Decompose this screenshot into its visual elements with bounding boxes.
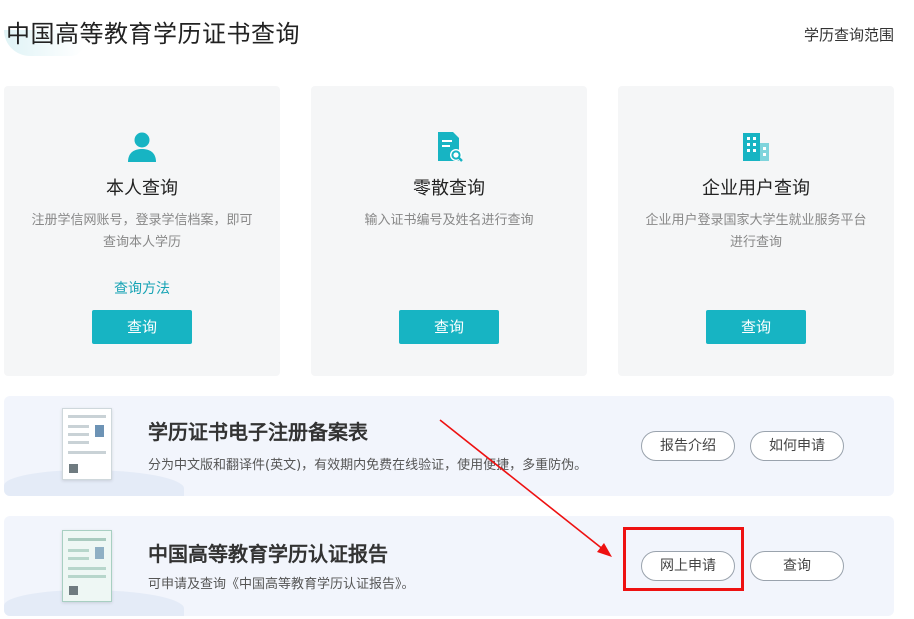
personal-query-button[interactable]: 查询 xyxy=(92,310,192,344)
page-header: 中国高等教育学历证书查询 学历查询范围 xyxy=(0,0,914,70)
enterprise-query-button[interactable]: 查询 xyxy=(706,310,806,344)
report-query-button[interactable]: 查询 xyxy=(750,551,844,581)
registration-form-thumbnail xyxy=(62,408,112,480)
certification-report-thumbnail xyxy=(62,530,112,602)
card-personal-query: 本人查询 注册学信网账号，登录学信档案，即可查询本人学历 查询方法 查询 xyxy=(4,86,280,376)
card-enterprise-query: 企业用户查询 企业用户登录国家大学生就业服务平台进行查询 查询 xyxy=(618,86,894,376)
card-title: 企业用户查询 xyxy=(702,178,810,199)
annotation-highlight-box xyxy=(623,527,744,591)
query-cards: 本人查询 注册学信网账号，登录学信档案，即可查询本人学历 查询方法 查询 零散查… xyxy=(4,86,894,376)
card-description: 输入证书编号及姓名进行查询 xyxy=(364,213,534,228)
card-single-query: 零散查询 输入证书编号及姓名进行查询 查询 xyxy=(311,86,587,376)
card-title: 本人查询 xyxy=(106,178,178,199)
card-description: 企业用户登录国家大学生就业服务平台进行查询 xyxy=(645,213,867,250)
section-title: 中国高等教育学历认证报告 xyxy=(148,542,388,566)
how-to-apply-button[interactable]: 如何申请 xyxy=(750,431,844,461)
page-title: 中国高等教育学历证书查询 xyxy=(6,20,300,48)
single-query-button[interactable]: 查询 xyxy=(399,310,499,344)
section-subtitle: 分为中文版和翻译件(英文)，有效期内免费在线验证，使用便捷，多重防伪。 xyxy=(148,458,588,473)
building-icon xyxy=(618,130,894,164)
registration-record-section: 学历证书电子注册备案表 分为中文版和翻译件(英文)，有效期内免费在线验证，使用便… xyxy=(4,396,894,496)
person-icon xyxy=(4,130,280,164)
report-intro-button[interactable]: 报告介绍 xyxy=(641,431,735,461)
document-search-icon xyxy=(311,130,587,164)
card-description: 注册学信网账号，登录学信档案，即可查询本人学历 xyxy=(31,213,253,250)
section-title: 学历证书电子注册备案表 xyxy=(148,420,368,444)
card-title: 零散查询 xyxy=(413,178,485,199)
query-method-link[interactable]: 查询方法 xyxy=(4,278,280,298)
certification-report-section: 中国高等教育学历认证报告 可申请及查询《中国高等教育学历认证报告》。 网上申请 … xyxy=(4,516,894,616)
education-scope-link[interactable]: 学历查询范围 xyxy=(804,24,894,45)
section-subtitle: 可申请及查询《中国高等教育学历认证报告》。 xyxy=(148,577,415,592)
